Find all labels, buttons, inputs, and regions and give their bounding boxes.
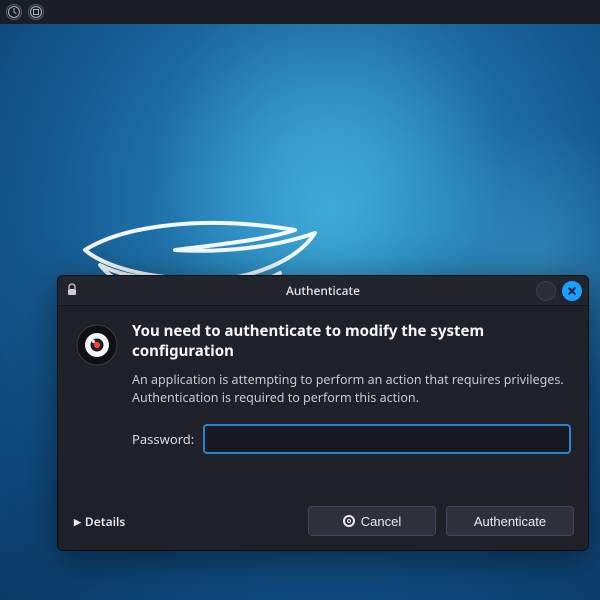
minimize-button[interactable]	[536, 281, 556, 301]
auth-app-icon	[76, 324, 118, 366]
panel-clock-icon[interactable]	[6, 4, 22, 20]
authenticate-label: Authenticate	[474, 514, 546, 529]
top-panel	[0, 0, 600, 24]
password-row: Password:	[132, 425, 570, 453]
dialog-heading: You need to authenticate to modify the s…	[132, 322, 570, 361]
details-label: Details	[85, 513, 125, 530]
details-toggle[interactable]: ▶ Details	[74, 513, 125, 530]
password-input[interactable]	[204, 425, 570, 453]
password-label: Password:	[132, 430, 194, 448]
authenticate-button[interactable]: Authenticate	[446, 506, 574, 536]
panel-workspace-icon[interactable]	[28, 4, 44, 20]
cancel-label: Cancel	[361, 514, 401, 529]
dialog-message: An application is attempting to perform …	[132, 371, 570, 407]
auth-dialog: Authenticate You need to authenticate to…	[57, 275, 589, 551]
close-button[interactable]	[562, 281, 582, 301]
cancel-button[interactable]: Cancel	[308, 506, 436, 536]
chevron-right-icon: ▶	[74, 515, 81, 528]
lock-icon	[66, 283, 78, 297]
cancel-icon	[343, 515, 355, 527]
dialog-title: Authenticate	[58, 282, 588, 299]
dialog-titlebar: Authenticate	[58, 276, 588, 306]
